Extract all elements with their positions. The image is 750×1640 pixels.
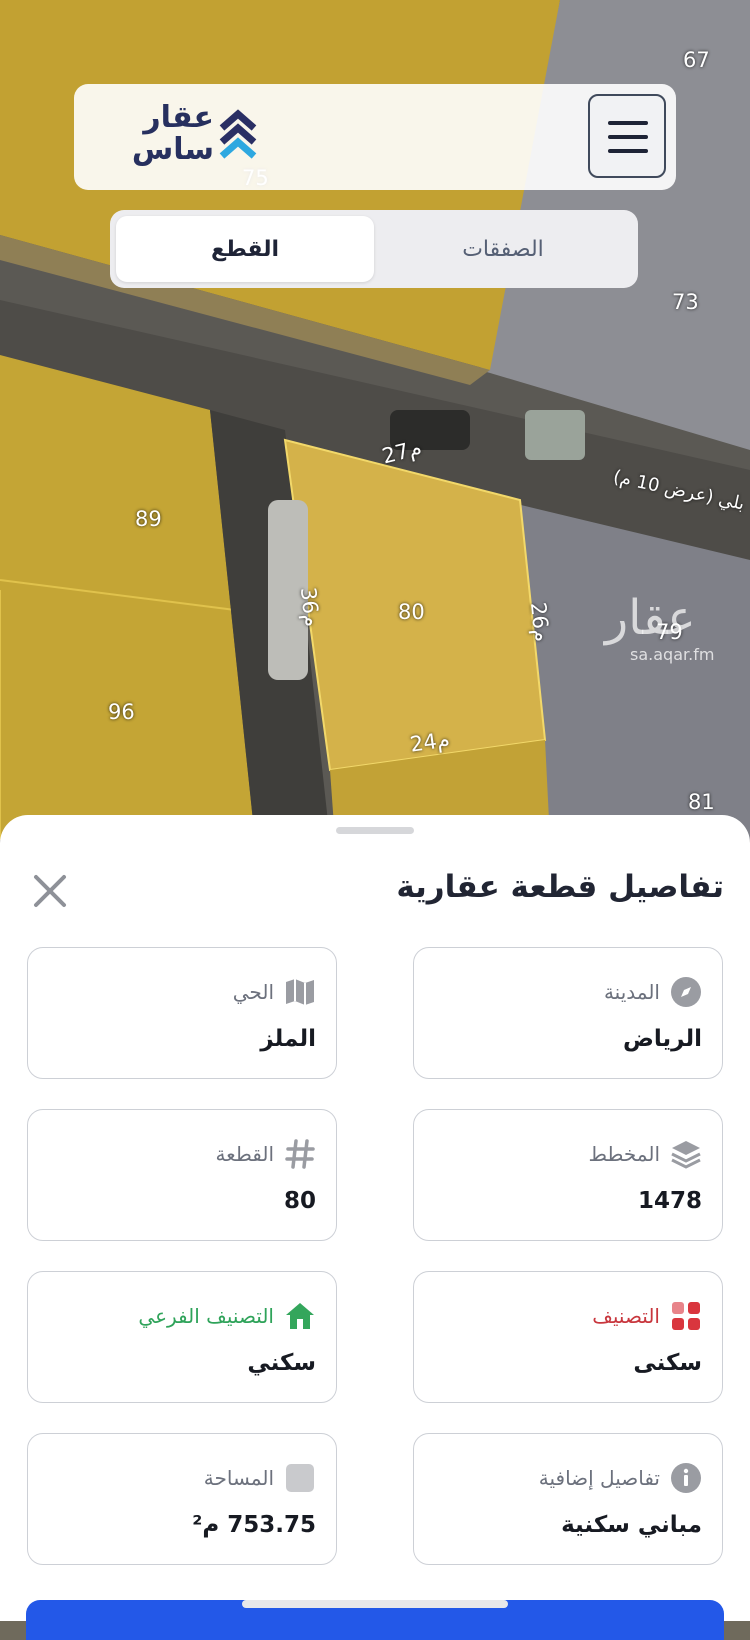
plot-number-67: 67 — [683, 48, 710, 72]
card-value: سكني — [247, 1350, 316, 1376]
card-classification: التصنيف سكنى — [413, 1271, 723, 1403]
card-value: 80 — [283, 1188, 316, 1214]
tab-switcher: الصفقات القطع — [110, 210, 638, 288]
plot-details-sheet: تفاصيل قطعة عقارية المدينة الرياض الحي ا… — [0, 815, 750, 1621]
card-label: الحي — [232, 980, 274, 1004]
card-value: الرياض — [622, 1026, 702, 1052]
card-sub-classification: التصنيف الفرعي سكني — [27, 1271, 337, 1403]
sheet-title: تفاصيل قطعة عقارية — [396, 869, 724, 905]
hash-icon — [284, 1138, 316, 1170]
tab-deals[interactable]: الصفقات — [374, 216, 632, 282]
app-logo[interactable]: عقار ساس — [88, 100, 258, 172]
plot-number-96: 96 — [108, 700, 135, 724]
card-label: المساحة — [203, 1466, 274, 1490]
watermark-domain: sa.aqar.fm — [630, 645, 715, 664]
grid-icon — [670, 1300, 702, 1332]
dimension-left: 36م — [295, 585, 324, 629]
card-label: التصنيف الفرعي — [138, 1304, 274, 1328]
tab-plots[interactable]: القطع — [116, 216, 374, 282]
chevrons-up-icon — [219, 109, 257, 159]
card-extra-details: تفاصيل إضافية مباني سكنية — [413, 1433, 723, 1565]
dimension-right: 26م — [525, 600, 554, 644]
hamburger-icon — [608, 121, 648, 125]
plot-number-89: 89 — [135, 507, 162, 531]
card-district: الحي الملز — [27, 947, 337, 1079]
square-icon — [284, 1462, 316, 1494]
hamburger-icon-line — [608, 149, 648, 153]
card-value: مباني سكنية — [561, 1512, 702, 1538]
house-icon — [284, 1300, 316, 1332]
layers-icon — [670, 1138, 702, 1170]
card-label: تفاصيل إضافية — [538, 1466, 660, 1490]
logo-text-line1: عقار — [143, 100, 214, 135]
menu-button[interactable] — [588, 94, 666, 178]
close-icon[interactable] — [30, 871, 70, 911]
plot-number-73: 73 — [672, 290, 699, 314]
card-value: سكنى — [633, 1350, 702, 1376]
logo-text-line2: ساس — [131, 132, 214, 167]
app-header: عقار ساس — [74, 84, 676, 190]
card-plot: القطعة 80 — [27, 1109, 337, 1241]
card-area: المساحة 753.75 م² — [27, 1433, 337, 1565]
watermark-brand: عقار — [605, 590, 696, 646]
compass-icon — [670, 976, 702, 1008]
card-label: المدينة — [603, 980, 660, 1004]
card-label: القطعة — [215, 1142, 274, 1166]
card-value: 1478 — [637, 1188, 702, 1214]
map-icon — [284, 976, 316, 1008]
info-icon — [670, 1462, 702, 1494]
sheet-grabber[interactable] — [336, 827, 414, 834]
card-plan: المخطط 1478 — [413, 1109, 723, 1241]
card-label: التصنيف — [592, 1304, 660, 1328]
card-value: 753.75 م² — [192, 1512, 316, 1538]
plot-number-81: 81 — [688, 790, 715, 814]
home-indicator — [242, 1600, 508, 1608]
hamburger-icon-line — [608, 135, 648, 139]
plot-number-80: 80 — [398, 600, 425, 624]
card-city: المدينة الرياض — [413, 947, 723, 1079]
card-value: الملز — [260, 1026, 316, 1052]
card-label: المخطط — [588, 1142, 660, 1166]
